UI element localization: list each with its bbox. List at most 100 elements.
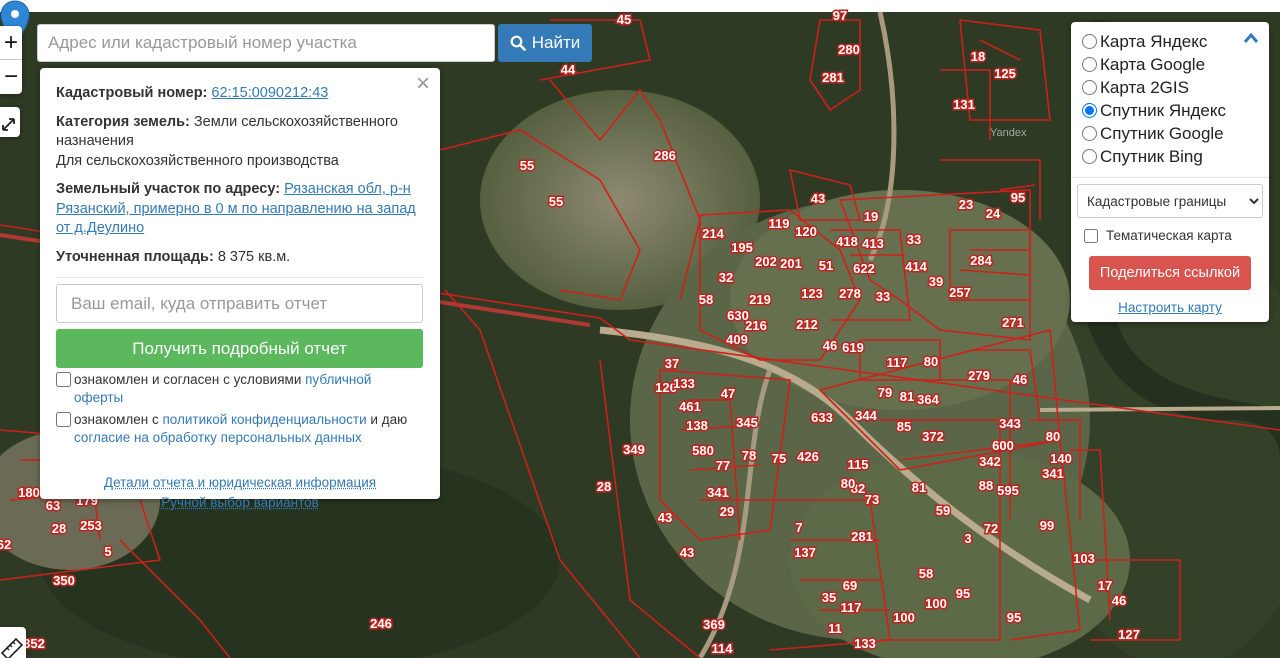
parcel-label[interactable]: 352 bbox=[22, 635, 47, 653]
share-link-button[interactable]: Поделиться ссылкой bbox=[1089, 256, 1251, 290]
parcel-label[interactable]: 201 bbox=[779, 255, 804, 273]
parcel-label[interactable]: 372 bbox=[921, 428, 946, 446]
parcel-label[interactable]: 364 bbox=[916, 391, 941, 409]
overlay-select[interactable]: Кадастровые границы bbox=[1077, 184, 1263, 218]
basemap-option[interactable]: Спутник Яндекс bbox=[1081, 99, 1259, 122]
parcel-label[interactable]: 131 bbox=[952, 96, 977, 114]
parcel-label[interactable]: 414 bbox=[904, 258, 929, 276]
parcel-label[interactable]: 127 bbox=[1117, 626, 1142, 644]
parcel-label[interactable]: 39 bbox=[927, 273, 944, 291]
parcel-label[interactable]: 33 bbox=[905, 231, 922, 249]
parcel-label[interactable]: 140 bbox=[1049, 450, 1074, 468]
parcel-label[interactable]: 97 bbox=[831, 7, 848, 25]
get-report-button[interactable]: Получить подробный отчет bbox=[56, 329, 423, 368]
basemap-radio[interactable] bbox=[1082, 57, 1097, 72]
parcel-label[interactable]: 114 bbox=[710, 640, 735, 658]
parcel-label[interactable]: 80 bbox=[922, 353, 939, 371]
parcel-label[interactable]: 100 bbox=[892, 609, 917, 627]
offer-consent-checkbox[interactable] bbox=[56, 372, 71, 387]
parcel-label[interactable]: 43 bbox=[656, 509, 673, 527]
basemap-radio[interactable] bbox=[1082, 103, 1097, 118]
report-details-link[interactable]: Детали отчета и юридическая информация bbox=[56, 473, 424, 493]
parcel-label[interactable]: 44 bbox=[559, 61, 577, 79]
parcel-label[interactable]: 117 bbox=[839, 599, 863, 617]
parcel-label[interactable]: 133 bbox=[672, 375, 697, 393]
parcel-label[interactable]: 43 bbox=[809, 190, 826, 208]
parcel-label[interactable]: 3 bbox=[963, 530, 973, 548]
parcel-label[interactable]: 214 bbox=[701, 225, 726, 243]
parcel-label[interactable]: 595 bbox=[996, 482, 1021, 500]
parcel-label[interactable]: 345 bbox=[735, 414, 760, 432]
privacy-consent-checkbox[interactable] bbox=[56, 412, 71, 427]
parcel-label[interactable]: 219 bbox=[748, 291, 773, 309]
parcel-label[interactable]: 18 bbox=[969, 48, 986, 66]
parcel-label[interactable]: 28 bbox=[50, 520, 67, 538]
parcel-label[interactable]: 55 bbox=[518, 157, 535, 175]
parcel-label[interactable]: 369 bbox=[702, 616, 727, 634]
close-icon[interactable]: × bbox=[416, 72, 430, 95]
parcel-label[interactable]: 622 bbox=[852, 260, 877, 278]
parcel-label[interactable]: 95 bbox=[1009, 189, 1026, 207]
thematic-map-toggle[interactable]: Тематическая карта bbox=[1081, 228, 1259, 243]
parcel-label[interactable]: 79 bbox=[876, 384, 893, 402]
parcel-label[interactable]: 343 bbox=[998, 415, 1023, 433]
parcel-label[interactable]: 461 bbox=[678, 398, 703, 416]
parcel-label[interactable]: 413 bbox=[861, 235, 886, 253]
parcel-label[interactable]: 120 bbox=[794, 223, 819, 241]
parcel-label[interactable]: 349 bbox=[622, 441, 647, 459]
chevron-up-icon[interactable] bbox=[1243, 28, 1259, 49]
basemap-radio[interactable] bbox=[1082, 149, 1097, 164]
parcel-label[interactable]: 37 bbox=[663, 355, 680, 373]
parcel-label[interactable]: 85 bbox=[895, 418, 912, 436]
parcel-label[interactable]: 28 bbox=[595, 478, 612, 496]
cadastral-number-link[interactable]: 62:15:0090212:43 bbox=[211, 85, 328, 101]
basemap-radio[interactable] bbox=[1082, 126, 1097, 141]
parcel-label[interactable]: 125 bbox=[993, 65, 1018, 83]
parcel-label[interactable]: 99 bbox=[1038, 517, 1055, 535]
parcel-label[interactable]: 46 bbox=[1011, 371, 1028, 389]
parcel-label[interactable]: 73 bbox=[863, 491, 880, 509]
parcel-label[interactable]: 278 bbox=[838, 285, 863, 303]
parcel-label[interactable]: 46 bbox=[821, 337, 838, 355]
parcel-label[interactable]: 280 bbox=[837, 41, 862, 59]
parcel-label[interactable]: 123 bbox=[800, 285, 825, 303]
parcel-label[interactable]: 19 bbox=[862, 208, 879, 226]
parcel-label[interactable]: 342 bbox=[978, 453, 1003, 471]
parcel-label[interactable]: 81 bbox=[898, 388, 915, 406]
parcel-label[interactable]: 580 bbox=[691, 442, 716, 460]
privacy-policy-link[interactable]: политикой конфиденциальности bbox=[162, 412, 366, 427]
parcel-label[interactable]: 88 bbox=[977, 477, 994, 495]
parcel-label[interactable]: 216 bbox=[744, 317, 769, 335]
search-button[interactable]: Найти bbox=[498, 24, 592, 62]
parcel-label[interactable]: 138 bbox=[685, 417, 710, 435]
parcel-label[interactable]: 24 bbox=[984, 205, 1002, 223]
parcel-label[interactable]: 32 bbox=[717, 269, 734, 287]
parcel-label[interactable]: 17 bbox=[1096, 577, 1113, 595]
parcel-label[interactable]: 43 bbox=[678, 544, 695, 562]
parcel-label[interactable]: 11 bbox=[827, 620, 844, 638]
parcel-label[interactable]: 95 bbox=[954, 585, 971, 603]
basemap-option[interactable]: Карта 2GIS bbox=[1081, 76, 1259, 99]
parcel-label[interactable]: 7 bbox=[794, 519, 804, 537]
fullscreen-button[interactable] bbox=[0, 107, 20, 137]
basemap-option[interactable]: Спутник Google bbox=[1081, 122, 1259, 145]
ruler-button[interactable] bbox=[0, 627, 26, 658]
parcel-label[interactable]: 81 bbox=[910, 479, 927, 497]
email-field[interactable] bbox=[56, 284, 423, 323]
parcel-label[interactable]: 80 bbox=[1044, 428, 1061, 446]
parcel-label[interactable]: 341 bbox=[1041, 465, 1066, 483]
parcel-label[interactable]: 33 bbox=[874, 288, 891, 306]
parcel-label[interactable]: 72 bbox=[982, 520, 999, 538]
parcel-label[interactable]: 77 bbox=[714, 457, 731, 475]
parcel-label[interactable]: 58 bbox=[917, 565, 934, 583]
zoom-out-button[interactable]: − bbox=[0, 60, 22, 94]
parcel-label[interactable]: 246 bbox=[369, 615, 394, 633]
basemap-option[interactable]: Спутник Bing bbox=[1081, 145, 1259, 168]
parcel-label[interactable]: 55 bbox=[547, 193, 564, 211]
parcel-label[interactable]: 212 bbox=[795, 316, 820, 334]
parcel-label[interactable]: 350 bbox=[52, 572, 77, 590]
parcel-label[interactable]: 281 bbox=[821, 69, 846, 87]
parcel-label[interactable]: 119 bbox=[767, 215, 791, 233]
parcel-label[interactable]: 426 bbox=[796, 448, 821, 466]
parcel-label[interactable]: 137 bbox=[793, 544, 818, 562]
